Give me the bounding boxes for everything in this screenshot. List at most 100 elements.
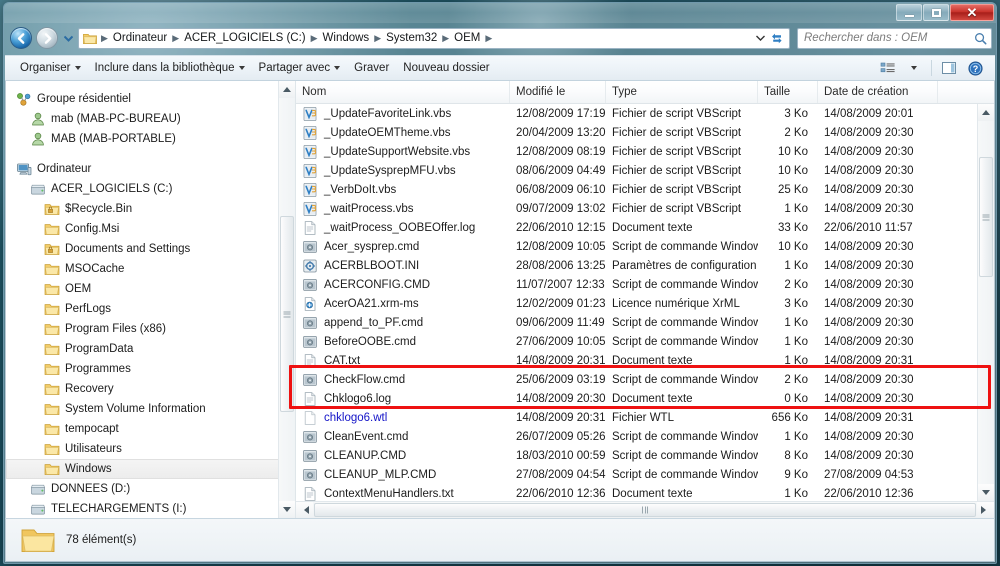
scroll-track-horizontal[interactable]: [313, 502, 977, 518]
table-row[interactable]: CLEANUP.CMD 18/03/2010 00:59 Script de com…: [296, 446, 977, 465]
table-row[interactable]: CleanEvent.cmd 26/07/2009 05:26 Script de …: [296, 427, 977, 446]
maximize-button[interactable]: [923, 4, 949, 21]
toolbar-item-graver[interactable]: Graver: [347, 59, 396, 77]
table-row[interactable]: Acer_sysprep.cmd 12/08/2009 10:05 Script d…: [296, 237, 977, 256]
recent-pages-button[interactable]: [62, 27, 74, 49]
table-row[interactable]: ACERBLBOOT.INI 28/08/2006 13:25 Paramètres…: [296, 256, 977, 275]
search-box[interactable]: Rechercher dans : OEM: [797, 27, 992, 49]
address-bar[interactable]: ▶ Ordinateur ▶ ACER_LOGICIELS (C:) ▶ Win…: [78, 27, 790, 49]
table-row[interactable]: CLEANUP_MLP.CMD 27/08/2009 04:54 Script de…: [296, 465, 977, 484]
column-header-size[interactable]: Taille: [758, 81, 818, 103]
close-button[interactable]: ✕: [950, 4, 994, 21]
table-row[interactable]: CheckFlow.cmd 25/06/2009 03:19 Script de c…: [296, 370, 977, 389]
table-row[interactable]: BeforeOOBE.cmd 27/06/2009 10:05 Script de …: [296, 332, 977, 351]
breadcrumb-separator[interactable]: ▶: [170, 33, 181, 44]
table-row[interactable]: _UpdateSysprepMFU.vbs 08/06/2009 04:49 Fic…: [296, 161, 977, 180]
breadcrumb-separator[interactable]: ▶: [309, 33, 320, 44]
sidebar-item-donnees-d[interactable]: DONNEES (D:): [6, 479, 295, 499]
minimize-button[interactable]: [896, 4, 922, 21]
view-options-chevron-down-icon[interactable]: [902, 58, 926, 78]
back-button[interactable]: [10, 27, 32, 49]
table-row[interactable]: ACERCONFIG.CMD 11/07/2007 12:33 Script de …: [296, 275, 977, 294]
sidebar-item-perflogs[interactable]: PerfLogs: [6, 299, 295, 319]
scroll-thumb[interactable]: [280, 216, 294, 412]
sidebar-item-acer-logiciels-c[interactable]: ACER_LOGICIELS (C:): [6, 179, 295, 199]
table-row[interactable]: _UpdateFavoriteLink.vbs 12/08/2009 17:19 F…: [296, 104, 977, 123]
toolbar-item-organiser[interactable]: Organiser: [13, 59, 88, 77]
toolbar-item-inclure-bibliotheque[interactable]: Inclure dans la bibliothèque: [88, 59, 252, 77]
scroll-thumb[interactable]: [979, 157, 993, 277]
table-row[interactable]: _UpdateSupportWebsite.vbs 12/08/2009 08:1…: [296, 142, 977, 161]
file-list-horizontal-scrollbar[interactable]: [296, 501, 994, 518]
sidebar-item-programdata[interactable]: ProgramData: [6, 339, 295, 359]
cmd-icon: [303, 278, 317, 291]
toolbar-item-nouveau-dossier[interactable]: Nouveau dossier: [396, 59, 496, 77]
breadcrumb-item-3[interactable]: System32: [383, 31, 440, 45]
scroll-track[interactable]: [279, 98, 295, 501]
table-row[interactable]: ContextMenuHandlers.txt 22/06/2010 12:36 D…: [296, 484, 977, 501]
column-header-name[interactable]: Nom: [296, 81, 510, 103]
scroll-track[interactable]: [978, 121, 994, 484]
scroll-down-button[interactable]: [279, 501, 295, 518]
sidebar-item-system-volume-information[interactable]: System Volume Information: [6, 399, 295, 419]
sidebar-item-windows[interactable]: Windows: [6, 459, 295, 479]
table-row[interactable]: append_to_PF.cmd 09/06/2009 11:49 Script d…: [296, 313, 977, 332]
sidebar-item-documents-and-settings[interactable]: Documents and Settings: [6, 239, 295, 259]
table-row[interactable]: CAT.txt 14/08/2009 20:31 Document texte 1 K…: [296, 351, 977, 370]
table-row[interactable]: _UpdateOEMTheme.vbs 20/04/2009 13:20 Fichi…: [296, 123, 977, 142]
sidebar-item-recycle-bin[interactable]: $Recycle.Bin: [6, 199, 295, 219]
sidebar-item-tempocapt[interactable]: tempocapt: [6, 419, 295, 439]
cell-created: 22/06/2010 11:57: [824, 221, 913, 234]
column-header-created[interactable]: Date de création: [818, 81, 938, 103]
sidebar-item-utilisateurs[interactable]: Utilisateurs: [6, 439, 295, 459]
sidebar-item-config-msi[interactable]: Config.Msi: [6, 219, 295, 239]
breadcrumb-item-0[interactable]: Ordinateur: [110, 31, 170, 45]
scroll-up-button[interactable]: [978, 104, 994, 121]
column-header-type[interactable]: Type: [606, 81, 758, 103]
sidebar-item-groupe-r-sidentiel[interactable]: Groupe résidentiel: [6, 89, 295, 109]
sidebar-item-program-files-x86[interactable]: Program Files (x86): [6, 319, 295, 339]
breadcrumb-separator[interactable]: ▶: [440, 33, 451, 44]
table-row[interactable]: AcerOA21.xrm-ms 12/02/2009 01:23 Licence n…: [296, 294, 977, 313]
table-row[interactable]: _VerbDoIt.vbs 06/08/2009 06:10 Fichier de …: [296, 180, 977, 199]
sidebar-item-ordinateur[interactable]: Ordinateur: [6, 159, 295, 179]
breadcrumb-separator[interactable]: ▶: [483, 33, 494, 44]
breadcrumb-item-4[interactable]: OEM: [451, 31, 483, 45]
sidebar-item-telechargements-i[interactable]: TELECHARGEMENTS (I:): [6, 499, 295, 518]
forward-button[interactable]: [36, 27, 58, 49]
breadcrumb-separator[interactable]: ▶: [372, 33, 383, 44]
sidebar-item-mab-mab-portable[interactable]: MAB (MAB-PORTABLE): [6, 129, 295, 149]
address-history-chevron-down-icon[interactable]: [753, 35, 767, 41]
breadcrumb-item-2[interactable]: Windows: [320, 31, 373, 45]
cell-created: 14/08/2009 20:30: [824, 183, 914, 196]
refresh-icon[interactable]: [767, 29, 787, 48]
table-row[interactable]: chklogo6.wtl 14/08/2009 20:31 Fichier WTL 6…: [296, 408, 977, 427]
view-list-icon[interactable]: [876, 58, 900, 78]
title-bar[interactable]: ✕: [4, 3, 996, 23]
scroll-right-button[interactable]: [977, 502, 994, 518]
table-row[interactable]: _waitProcess.vbs 09/07/2009 13:02 Fichier …: [296, 199, 977, 218]
sidebar-item-mab-mab-pc-bureau[interactable]: mab (MAB-PC-BUREAU): [6, 109, 295, 129]
sidebar-item-programmes[interactable]: Programmes: [6, 359, 295, 379]
scroll-left-button[interactable]: [296, 502, 313, 518]
file-list-viewport[interactable]: _UpdateFavoriteLink.vbs 12/08/2009 17:19 F…: [296, 104, 994, 501]
preview-pane-icon[interactable]: [937, 58, 961, 78]
breadcrumb-separator[interactable]: ▶: [99, 33, 110, 44]
sidebar-item-recovery[interactable]: Recovery: [6, 379, 295, 399]
toolbar-item-partager-avec[interactable]: Partager avec: [252, 59, 348, 77]
file-list-scrollbar[interactable]: [977, 104, 994, 501]
table-row[interactable]: Chklogo6.log 14/08/2009 20:30 Document tex…: [296, 389, 977, 408]
scroll-up-button[interactable]: [279, 81, 295, 98]
cell-modified: 27/08/2009 04:54: [516, 468, 606, 481]
table-row[interactable]: _waitProcess_OOBEOffer.log 22/06/2010 12:…: [296, 218, 977, 237]
help-icon[interactable]: ?: [963, 58, 987, 78]
column-header-modified[interactable]: Modifié le: [510, 81, 606, 103]
sidebar-item-oem[interactable]: OEM: [6, 279, 295, 299]
scroll-down-button[interactable]: [978, 484, 994, 501]
navigation-pane-scrollbar[interactable]: [278, 81, 295, 518]
search-input[interactable]: Rechercher dans : OEM: [804, 32, 974, 44]
sidebar-item-label: mab (MAB-PC-BUREAU): [51, 113, 181, 125]
breadcrumb-item-1[interactable]: ACER_LOGICIELS (C:): [181, 31, 308, 45]
sidebar-item-msocache[interactable]: MSOCache: [6, 259, 295, 279]
scroll-thumb-horizontal[interactable]: [314, 503, 976, 517]
